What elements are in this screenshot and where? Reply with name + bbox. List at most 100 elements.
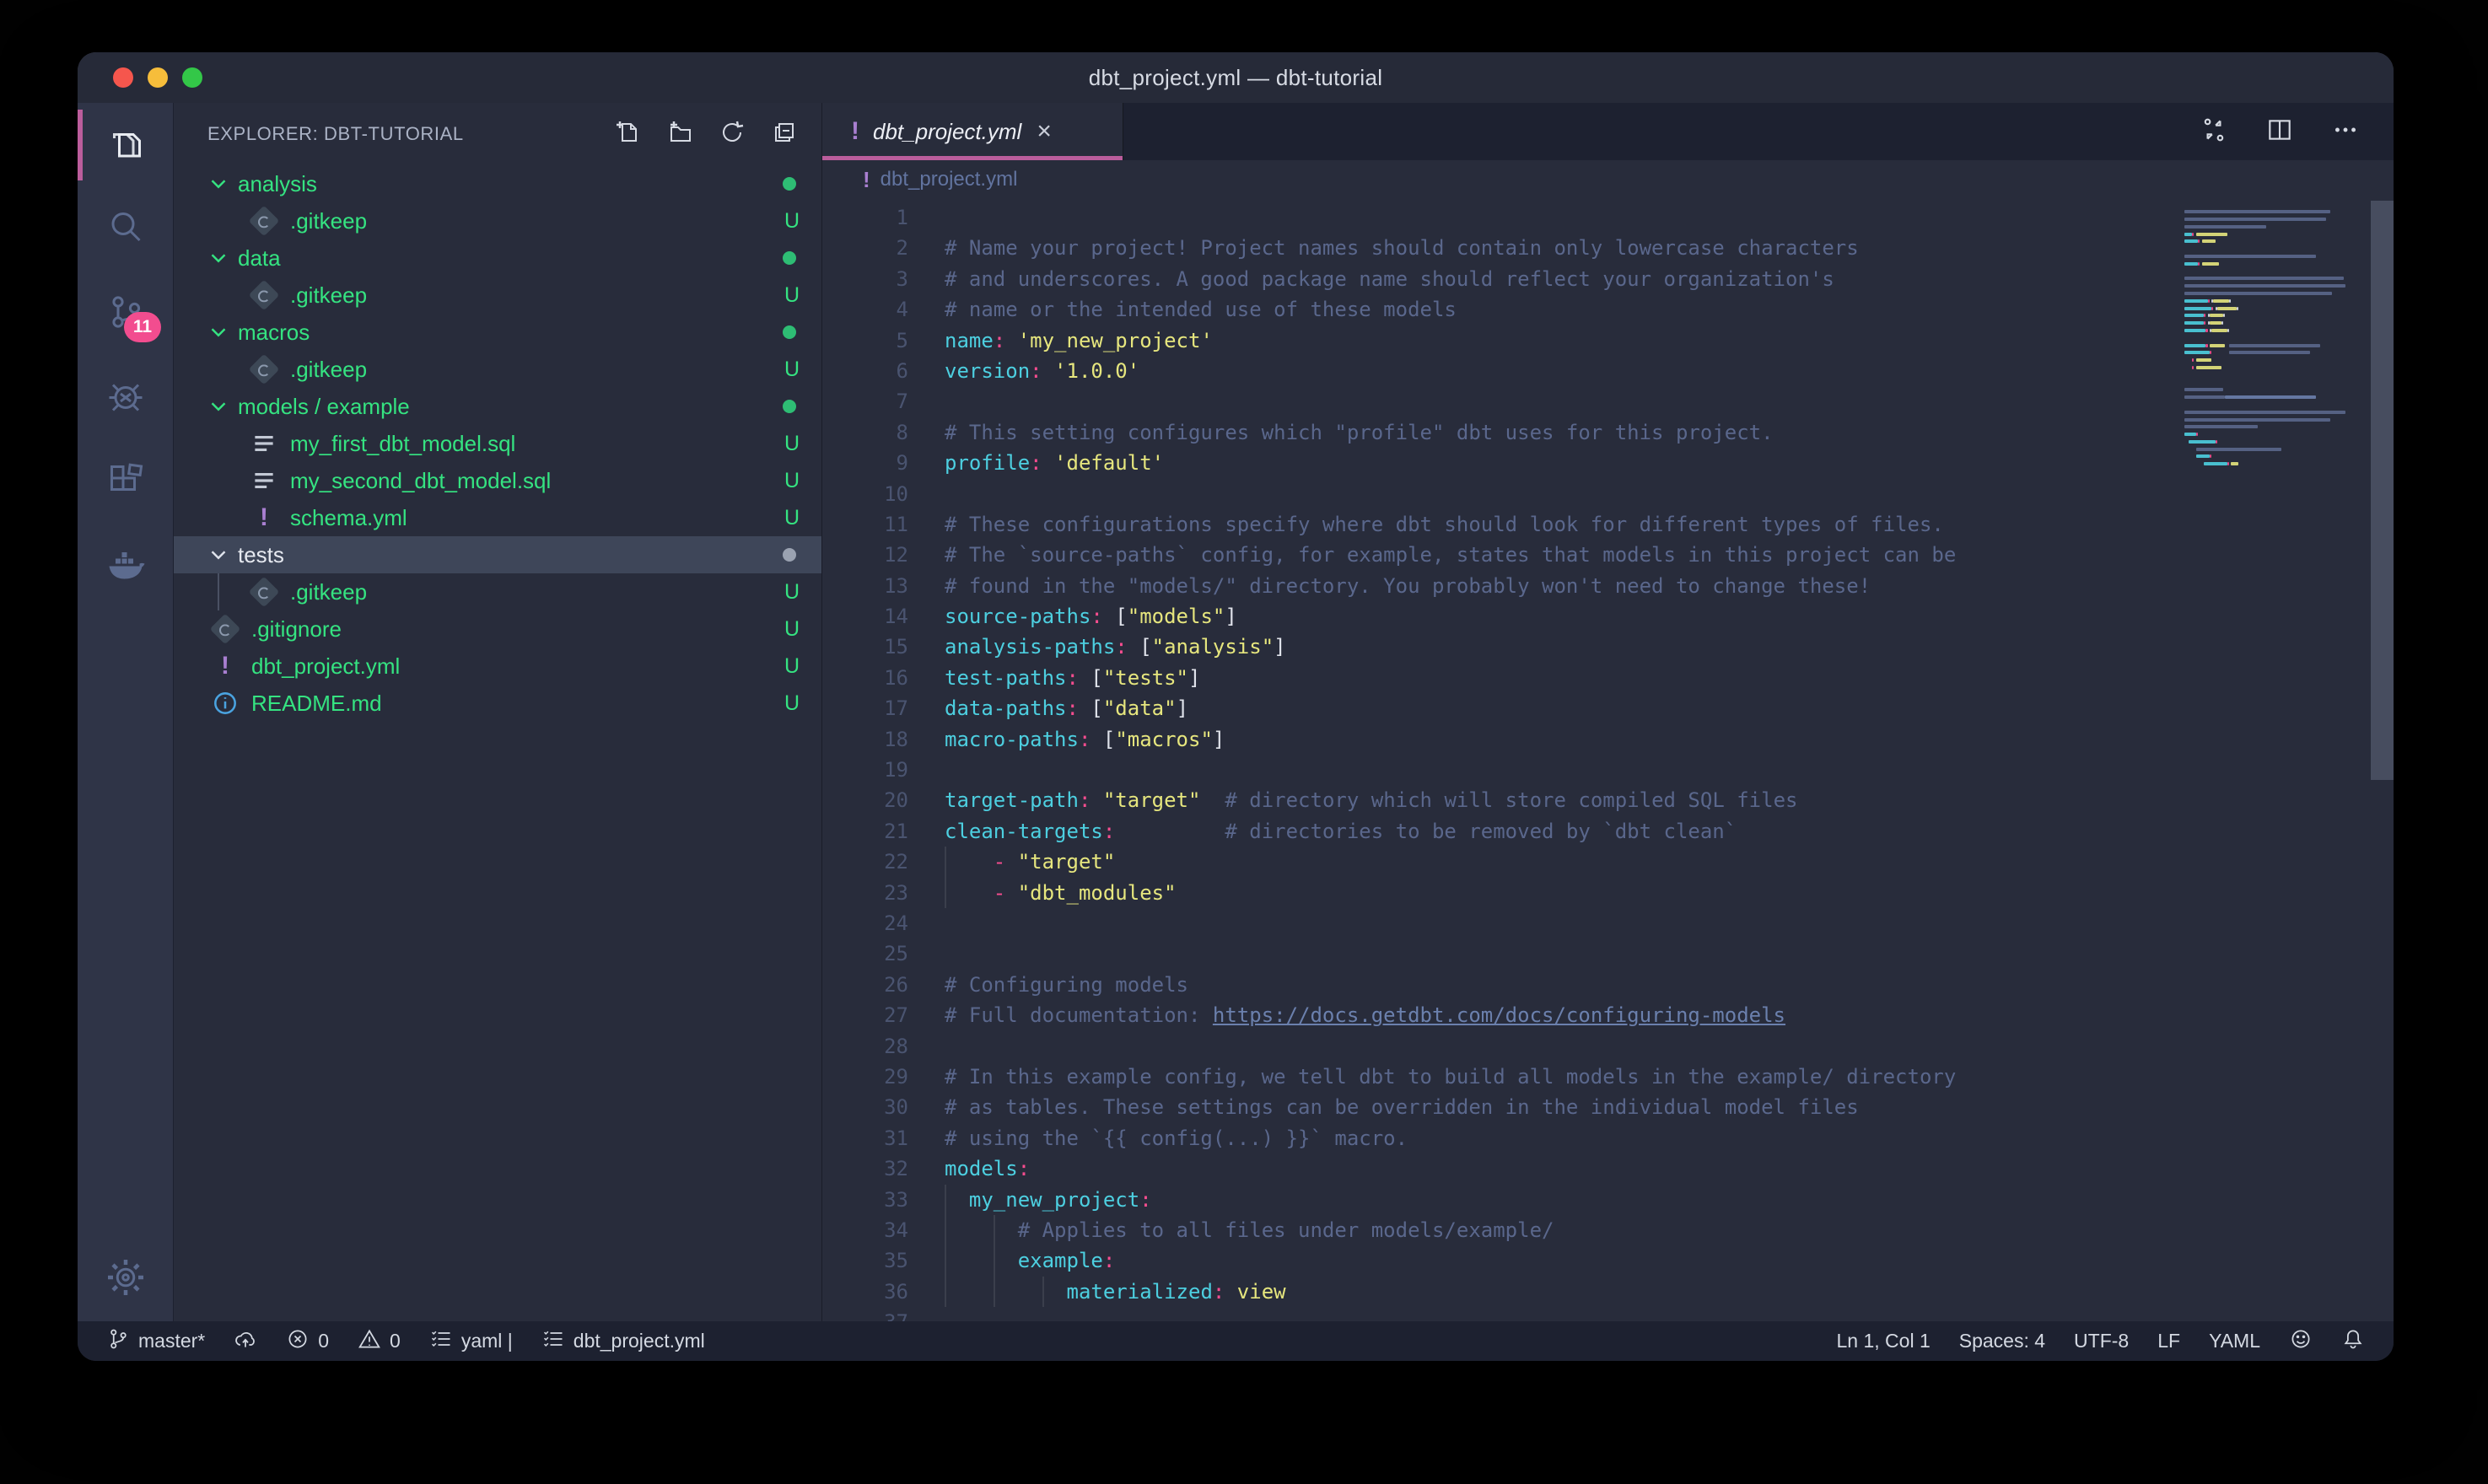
- tree-item--gitkeep[interactable]: .gitkeepU: [174, 202, 821, 239]
- code-line-33[interactable]: 33 my_new_project:: [822, 1185, 2394, 1215]
- tree-item-schema-yml[interactable]: !schema.ymlU: [174, 499, 821, 536]
- tree-item--gitkeep[interactable]: .gitkeepU: [174, 351, 821, 388]
- code-line-1[interactable]: 1: [822, 202, 2394, 233]
- minimap-line: [2184, 401, 2370, 409]
- minimize-window-button[interactable]: [148, 67, 168, 88]
- code-line-37[interactable]: 37: [822, 1307, 2394, 1321]
- code-line-11[interactable]: 11# These configurations specify where d…: [822, 509, 2394, 540]
- status-right-bell-icon[interactable]: [2341, 1327, 2365, 1356]
- activity-settings[interactable]: [78, 1237, 173, 1321]
- tab-dbt-project-yml[interactable]: ! dbt_project.yml ×: [822, 103, 1123, 160]
- chevron-down-icon[interactable]: [206, 320, 231, 345]
- new-folder-icon[interactable]: [666, 119, 693, 150]
- tree-item--gitkeep[interactable]: .gitkeepU: [174, 573, 821, 610]
- tree-item--gitignore[interactable]: .gitignoreU: [174, 610, 821, 648]
- tree-item-tests[interactable]: tests: [174, 536, 821, 573]
- tree-item-readme-md[interactable]: README.mdU: [174, 685, 821, 722]
- code-line-18[interactable]: 18macro-paths: ["macros"]: [822, 724, 2394, 755]
- code-line-6[interactable]: 6version: '1.0.0': [822, 356, 2394, 386]
- tree-item-analysis[interactable]: analysis: [174, 165, 821, 202]
- tree-item-macros[interactable]: macros: [174, 314, 821, 351]
- more-actions-icon[interactable]: [2331, 116, 2360, 148]
- editor-scrollbar[interactable]: [2371, 201, 2394, 780]
- split-editor-icon[interactable]: [2265, 116, 2294, 148]
- code-line-7[interactable]: 7: [822, 386, 2394, 417]
- tab-label: dbt_project.yml: [873, 119, 1021, 145]
- tree-item-my-first-dbt-model-sql[interactable]: my_first_dbt_model.sqlU: [174, 425, 821, 462]
- code-line-27[interactable]: 27# Full documentation: https://docs.get…: [822, 1000, 2394, 1030]
- status-right-smiley-icon[interactable]: [2289, 1327, 2313, 1356]
- tree-item-dbt-project-yml[interactable]: !dbt_project.ymlU: [174, 648, 821, 685]
- activity-debug[interactable]: [78, 356, 173, 440]
- code-line-28[interactable]: 28: [822, 1031, 2394, 1062]
- code-line-2[interactable]: 2# Name your project! Project names shou…: [822, 233, 2394, 263]
- chevron-down-icon[interactable]: [206, 171, 231, 196]
- code-line-3[interactable]: 3# and underscores. A good package name …: [822, 264, 2394, 294]
- status-left-yaml-[interactable]: yaml |: [429, 1327, 513, 1356]
- tree-item-data[interactable]: data: [174, 239, 821, 277]
- code-line-35[interactable]: 35 example:: [822, 1245, 2394, 1276]
- code-line-12[interactable]: 12# The `source-paths` config, for examp…: [822, 540, 2394, 570]
- activity-files[interactable]: [78, 103, 173, 187]
- code-line-15[interactable]: 15analysis-paths: ["analysis"]: [822, 632, 2394, 662]
- code-line-24[interactable]: 24: [822, 908, 2394, 938]
- code-line-5[interactable]: 5name: 'my_new_project': [822, 325, 2394, 356]
- close-tab-icon[interactable]: ×: [1037, 119, 1052, 144]
- code-line-32[interactable]: 32models:: [822, 1153, 2394, 1184]
- code-line-26[interactable]: 26# Configuring models: [822, 970, 2394, 1000]
- chevron-down-icon[interactable]: [206, 245, 231, 271]
- open-changes-icon[interactable]: [2200, 116, 2228, 148]
- status-left-0[interactable]: 0: [358, 1327, 401, 1356]
- code-line-10[interactable]: 10: [822, 479, 2394, 509]
- code-line-17[interactable]: 17data-paths: ["data"]: [822, 693, 2394, 723]
- code-line-23[interactable]: 23 - "dbt_modules": [822, 878, 2394, 908]
- refresh-icon[interactable]: [719, 119, 746, 150]
- line-number: 12: [822, 540, 908, 570]
- code-line-30[interactable]: 30# as tables. These settings can be ove…: [822, 1092, 2394, 1122]
- code-line-19[interactable]: 19: [822, 755, 2394, 785]
- code-line-29[interactable]: 29# In this example config, we tell dbt …: [822, 1062, 2394, 1092]
- status-left-dbt-project-yml[interactable]: dbt_project.yml: [541, 1327, 705, 1356]
- collapse-all-icon[interactable]: [771, 119, 798, 150]
- code-line-20[interactable]: 20target-path: "target" # directory whic…: [822, 785, 2394, 815]
- tree-item-my-second-dbt-model-sql[interactable]: my_second_dbt_model.sqlU: [174, 462, 821, 499]
- code-line-21[interactable]: 21clean-targets: # directories to be rem…: [822, 816, 2394, 847]
- code-line-36[interactable]: 36 materialized: view: [822, 1277, 2394, 1307]
- code-area[interactable]: 12# Name your project! Project names sho…: [822, 199, 2394, 1321]
- code-line-8[interactable]: 8# This setting configures which "profil…: [822, 417, 2394, 448]
- code-line-14[interactable]: 14source-paths: ["models"]: [822, 601, 2394, 632]
- breadcrumb-file: dbt_project.yml: [880, 168, 1018, 191]
- status-right-utf-8[interactable]: UTF-8: [2074, 1330, 2129, 1352]
- breadcrumb[interactable]: ! dbt_project.yml: [822, 160, 2394, 199]
- status-left-master-[interactable]: master*: [106, 1327, 205, 1356]
- code-line-9[interactable]: 9profile: 'default': [822, 448, 2394, 478]
- code-line-4[interactable]: 4# name or the intended use of these mod…: [822, 294, 2394, 325]
- status-right-spaces-4[interactable]: Spaces: 4: [1959, 1330, 2045, 1352]
- gear-icon: [105, 1257, 146, 1302]
- status-right-yaml[interactable]: YAML: [2209, 1330, 2260, 1352]
- activity-source-control[interactable]: 11: [78, 272, 173, 356]
- chevron-down-icon[interactable]: [206, 394, 231, 419]
- status-right-lf[interactable]: LF: [2157, 1330, 2180, 1352]
- close-window-button[interactable]: [113, 67, 133, 88]
- code-line-34[interactable]: 34 # Applies to all files under models/e…: [822, 1215, 2394, 1245]
- chevron-down-icon[interactable]: [206, 542, 231, 567]
- code-line-31[interactable]: 31# using the `{{ config(...) }}` macro.: [822, 1123, 2394, 1153]
- minimap[interactable]: [2184, 201, 2370, 475]
- search-icon: [105, 207, 146, 252]
- new-file-icon[interactable]: [614, 119, 641, 150]
- zoom-window-button[interactable]: [182, 67, 202, 88]
- code-line-22[interactable]: 22 - "target": [822, 847, 2394, 877]
- status-left-0[interactable]: 0: [286, 1327, 329, 1356]
- activity-extensions[interactable]: [78, 440, 173, 524]
- tree-item-models-example[interactable]: models / example: [174, 388, 821, 425]
- status-right-ln-1-col-1[interactable]: Ln 1, Col 1: [1837, 1330, 1931, 1352]
- activity-search[interactable]: [78, 187, 173, 272]
- status-left-cloud-upload-icon[interactable]: [234, 1327, 257, 1356]
- code-line-13[interactable]: 13# found in the "models/" directory. Yo…: [822, 571, 2394, 601]
- line-content: test-paths: ["tests"]: [945, 663, 1200, 693]
- activity-docker[interactable]: [78, 524, 173, 609]
- code-line-16[interactable]: 16test-paths: ["tests"]: [822, 663, 2394, 693]
- tree-item--gitkeep[interactable]: .gitkeepU: [174, 277, 821, 314]
- code-line-25[interactable]: 25: [822, 938, 2394, 969]
